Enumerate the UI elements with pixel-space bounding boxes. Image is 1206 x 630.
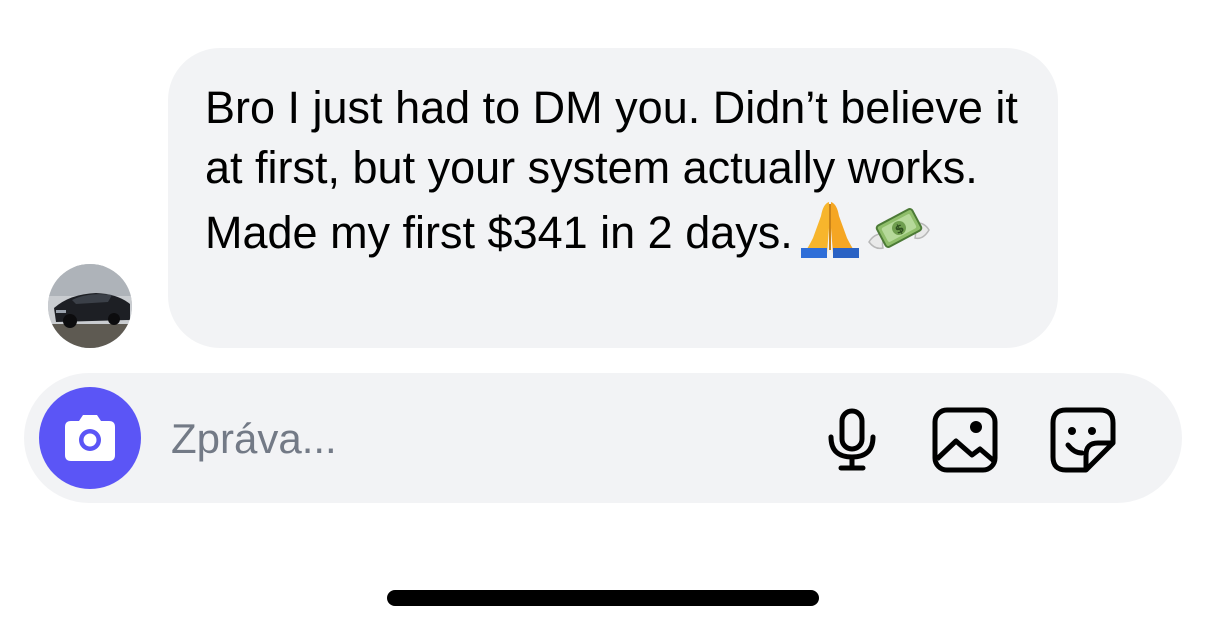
message-input[interactable]	[171, 411, 811, 467]
message-bubble[interactable]: Bro I just had to DM you. Didn’t believe…	[168, 48, 1058, 348]
image-icon	[932, 407, 998, 473]
gallery-button[interactable]	[930, 405, 1000, 475]
sticker-button[interactable]	[1048, 405, 1118, 475]
sender-avatar[interactable]	[48, 264, 132, 348]
message-composer	[24, 373, 1182, 503]
camera-button[interactable]	[39, 387, 141, 489]
home-indicator	[387, 590, 819, 606]
voice-message-button[interactable]	[817, 405, 887, 475]
folded-hands-emoji	[799, 198, 861, 258]
money-with-wings-emoji: $	[867, 198, 931, 258]
sticker-icon	[1050, 407, 1116, 473]
chat-screen: Bro I just had to DM you. Didn’t believe…	[0, 0, 1206, 630]
microphone-icon	[828, 408, 876, 471]
camera-icon	[65, 415, 115, 461]
